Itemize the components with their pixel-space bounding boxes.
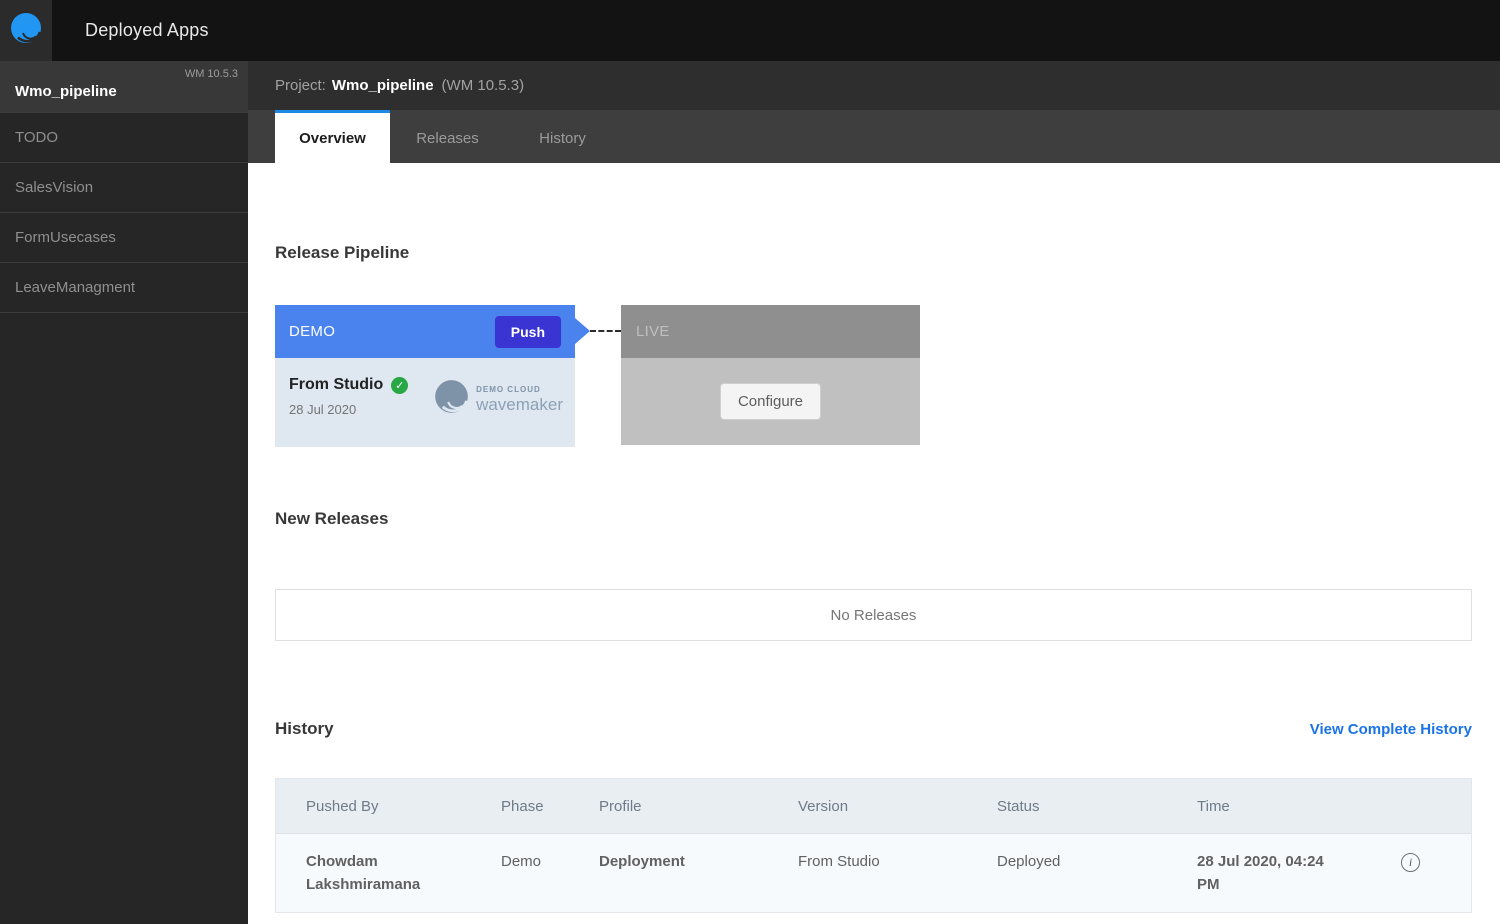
overview-panel: Release Pipeline DEMO Push From Studio ✓… (248, 163, 1500, 924)
tab-bar: Overview Releases History (248, 110, 1500, 163)
new-releases-heading: New Releases (275, 509, 1472, 529)
sidebar-item-wmo-pipeline[interactable]: WM 10.5.3 Wmo_pipeline (0, 61, 248, 113)
project-version: (WM 10.5.3) (442, 77, 525, 94)
no-releases-message: No Releases (831, 607, 917, 624)
view-complete-history-link[interactable]: View Complete History (1310, 721, 1472, 738)
tab-releases[interactable]: Releases (390, 110, 505, 163)
no-releases-box: No Releases (275, 589, 1472, 641)
top-bar: Deployed Apps (0, 0, 1500, 61)
release-pipeline: DEMO Push From Studio ✓ 28 Jul 2020 (275, 305, 1472, 447)
row-phase: Demo (501, 851, 599, 874)
demo-phase-card: DEMO Push From Studio ✓ 28 Jul 2020 (275, 305, 575, 447)
project-name: Wmo_pipeline (332, 77, 434, 94)
col-pushed-by: Pushed By (306, 798, 501, 815)
success-check-icon: ✓ (391, 377, 408, 394)
sidebar-item-salesvision[interactable]: SalesVision (0, 163, 248, 213)
row-pushed-by: Chowdam Lakshmiramana (306, 851, 501, 896)
sidebar-item-formusecases[interactable]: FormUsecases (0, 213, 248, 263)
sidebar-item-label: LeaveManagment (15, 279, 135, 296)
live-card-header: LIVE (621, 305, 920, 358)
history-table-header: Pushed By Phase Profile Version Status T… (276, 779, 1471, 834)
history-table: Pushed By Phase Profile Version Status T… (275, 778, 1472, 913)
wavemaker-logo-box (0, 0, 52, 61)
live-card-body: Configure (621, 358, 920, 445)
logo-brand: wavemaker (476, 396, 563, 413)
col-time: Time (1197, 798, 1401, 815)
row-version: From Studio (798, 851, 997, 874)
sidebar-item-label: FormUsecases (15, 229, 116, 246)
sidebar-item-todo[interactable]: TODO (0, 113, 248, 163)
history-table-row: Chowdam Lakshmiramana Demo Deployment Fr… (276, 834, 1471, 912)
tab-overview[interactable]: Overview (275, 110, 390, 163)
demo-phase-label: DEMO (289, 323, 335, 340)
configure-button[interactable]: Configure (720, 383, 821, 420)
pipeline-arrow-icon (575, 318, 590, 344)
sidebar-item-version: WM 10.5.3 (185, 68, 238, 80)
row-profile-link[interactable]: Deployment (599, 851, 798, 874)
release-pipeline-heading: Release Pipeline (275, 243, 1472, 263)
sidebar-item-label: TODO (15, 129, 58, 146)
row-time: 28 Jul 2020, 04:24 PM (1197, 851, 1401, 896)
history-heading: History (275, 719, 334, 739)
project-label: Project: (275, 77, 326, 94)
sidebar-item-leavemanagment[interactable]: LeaveManagment (0, 263, 248, 313)
sidebar-item-label: SalesVision (15, 179, 93, 196)
app-title: Deployed Apps (85, 0, 209, 61)
live-phase-label: LIVE (636, 323, 670, 340)
pipeline-dashed-line (590, 330, 621, 332)
info-icon[interactable]: i (1401, 853, 1420, 872)
wavemaker-logo-icon (9, 11, 43, 50)
project-sidebar: WM 10.5.3 Wmo_pipeline TODO SalesVision … (0, 61, 248, 924)
col-profile: Profile (599, 798, 798, 815)
col-phase: Phase (501, 798, 599, 815)
wavemaker-wave-icon (433, 378, 470, 420)
demo-card-body: From Studio ✓ 28 Jul 2020 (275, 358, 575, 447)
logo-tagline: DEMO CLOUD (476, 386, 563, 394)
sidebar-item-label: Wmo_pipeline (15, 83, 117, 100)
tab-history[interactable]: History (505, 110, 620, 163)
push-button[interactable]: Push (495, 316, 561, 348)
demo-source-label: From Studio (289, 376, 383, 394)
project-header: Project: Wmo_pipeline (WM 10.5.3) (248, 61, 1500, 110)
live-phase-card: LIVE Configure (621, 305, 920, 447)
col-status: Status (997, 798, 1197, 815)
row-status: Deployed (997, 851, 1197, 874)
pipeline-connector (575, 305, 621, 447)
demo-card-header: DEMO Push (275, 305, 575, 358)
demo-cloud-wavemaker-logo: DEMO CLOUD wavemaker (433, 378, 563, 420)
col-version: Version (798, 798, 997, 815)
